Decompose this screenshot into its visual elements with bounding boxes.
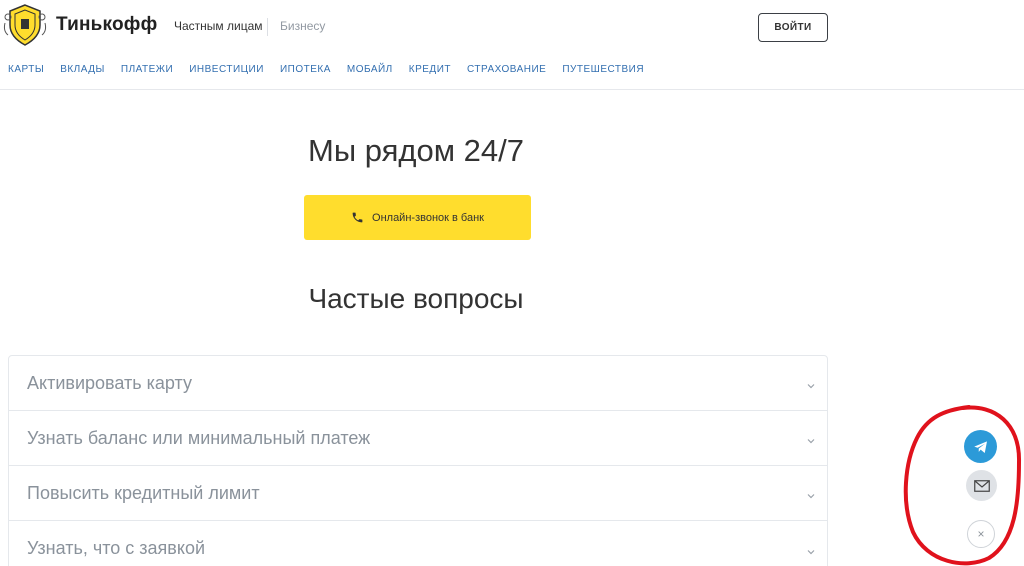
nav-item-cards[interactable]: Карты xyxy=(8,64,44,75)
chevron-down-icon xyxy=(807,549,815,554)
login-button[interactable]: ВОЙТИ xyxy=(758,13,828,42)
support-title: Мы рядом 24/7 xyxy=(308,133,524,168)
faq-accordion: Активировать карту Узнать баланс или мин… xyxy=(8,355,828,566)
site-header: Тинькофф Частным лицам Бизнесу ВОЙТИ Кар… xyxy=(0,0,1024,90)
faq-item-activate-card[interactable]: Активировать карту xyxy=(9,356,827,411)
close-widget-button[interactable]: × xyxy=(967,520,995,548)
faq-item-balance[interactable]: Узнать баланс или минимальный платеж xyxy=(9,411,827,466)
brand-logo[interactable]: Тинькофф xyxy=(2,3,157,47)
segment-personal[interactable]: Частным лицам xyxy=(174,19,263,33)
nav-item-travel[interactable]: Путешествия xyxy=(562,64,644,75)
faq-item-label: Узнать, что с заявкой xyxy=(27,538,206,558)
faq-item-label: Повысить кредитный лимит xyxy=(27,482,260,503)
nav-item-mobile[interactable]: Мобайл xyxy=(347,64,393,75)
segment-business[interactable]: Бизнесу xyxy=(280,19,325,33)
online-call-label: Онлайн-звонок в банк xyxy=(372,211,484,224)
chevron-down-icon xyxy=(807,439,815,444)
faq-item-label: Узнать баланс или минимальный платеж xyxy=(27,427,371,448)
nav-item-credit[interactable]: Кредит xyxy=(409,64,451,75)
chevron-down-icon xyxy=(807,494,815,499)
nav-item-mortgage[interactable]: Ипотека xyxy=(280,64,331,75)
contact-widget: × xyxy=(890,430,1020,566)
faq-title: Частые вопросы xyxy=(308,283,524,314)
telegram-icon xyxy=(973,440,987,453)
online-call-button[interactable]: Онлайн-звонок в банк xyxy=(304,195,531,240)
nav-item-deposits[interactable]: Вклады xyxy=(60,64,105,75)
nav-item-insurance[interactable]: Страхование xyxy=(467,64,546,75)
coat-of-arms-icon xyxy=(3,4,47,46)
main-nav: Карты Вклады Платежи Инвестиции Ипотека … xyxy=(8,64,644,75)
faq-item-credit-limit[interactable]: Повысить кредитный лимит xyxy=(9,466,827,521)
chevron-down-icon xyxy=(807,384,815,389)
nav-item-payments[interactable]: Платежи xyxy=(121,64,173,75)
nav-item-investments[interactable]: Инвестиции xyxy=(189,64,264,75)
mail-icon xyxy=(973,479,990,492)
faq-item-label: Активировать карту xyxy=(27,372,192,393)
faq-item-application-status[interactable]: Узнать, что с заявкой xyxy=(9,521,827,566)
segment-divider xyxy=(267,18,268,36)
telegram-button[interactable] xyxy=(964,430,997,463)
close-icon: × xyxy=(977,527,985,541)
mail-button[interactable] xyxy=(966,470,997,501)
phone-icon xyxy=(352,212,363,223)
brand-name: Тинькофф xyxy=(56,14,158,35)
